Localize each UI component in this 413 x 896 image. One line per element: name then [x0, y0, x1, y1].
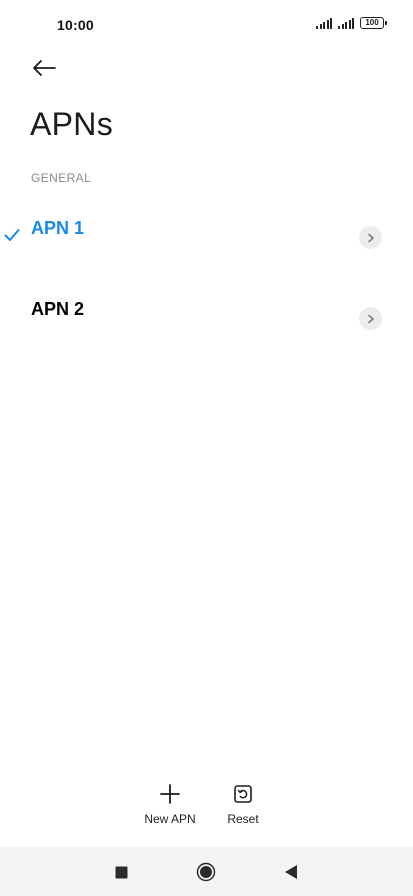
reset-label: Reset	[227, 812, 259, 826]
plus-icon	[158, 782, 182, 806]
navigation-bar	[0, 847, 413, 896]
apns-screen: 10:00 100 APNs GENERAL APN 1 APN 2 New A…	[0, 0, 413, 896]
arrow-left-icon	[33, 60, 56, 76]
back-button[interactable]	[26, 52, 62, 84]
chevron-right-icon	[359, 226, 382, 249]
circle-icon	[196, 862, 216, 882]
apn-label: APN 2	[31, 299, 85, 319]
reset-icon	[231, 782, 255, 806]
new-apn-label: New APN	[144, 812, 196, 826]
status-time: 10:00	[57, 17, 94, 33]
recents-button[interactable]	[108, 859, 134, 885]
chevron-right-icon	[359, 307, 382, 330]
section-header: GENERAL	[31, 171, 92, 185]
triangle-back-icon	[285, 865, 297, 879]
page-title: APNs	[30, 106, 113, 142]
apn-row-1[interactable]: APN 1	[0, 198, 413, 278]
status-icons: 100	[316, 15, 387, 31]
reset-button[interactable]: Reset	[220, 782, 266, 826]
status-bar: 10:00 100	[0, 0, 413, 48]
check-icon	[4, 229, 20, 241]
home-button[interactable]	[193, 859, 219, 885]
battery-icon: 100	[360, 17, 387, 29]
nav-back-button[interactable]	[278, 859, 304, 885]
bottom-actions: New APN Reset	[0, 782, 413, 830]
apn-row-2[interactable]: APN 2	[0, 279, 413, 359]
signal-icon-sim1	[316, 17, 332, 29]
new-apn-button[interactable]: New APN	[141, 782, 199, 826]
signal-icon-sim2	[338, 17, 354, 29]
battery-level: 100	[365, 18, 379, 27]
apn-label: APN 1	[31, 218, 85, 238]
square-icon	[115, 866, 127, 878]
